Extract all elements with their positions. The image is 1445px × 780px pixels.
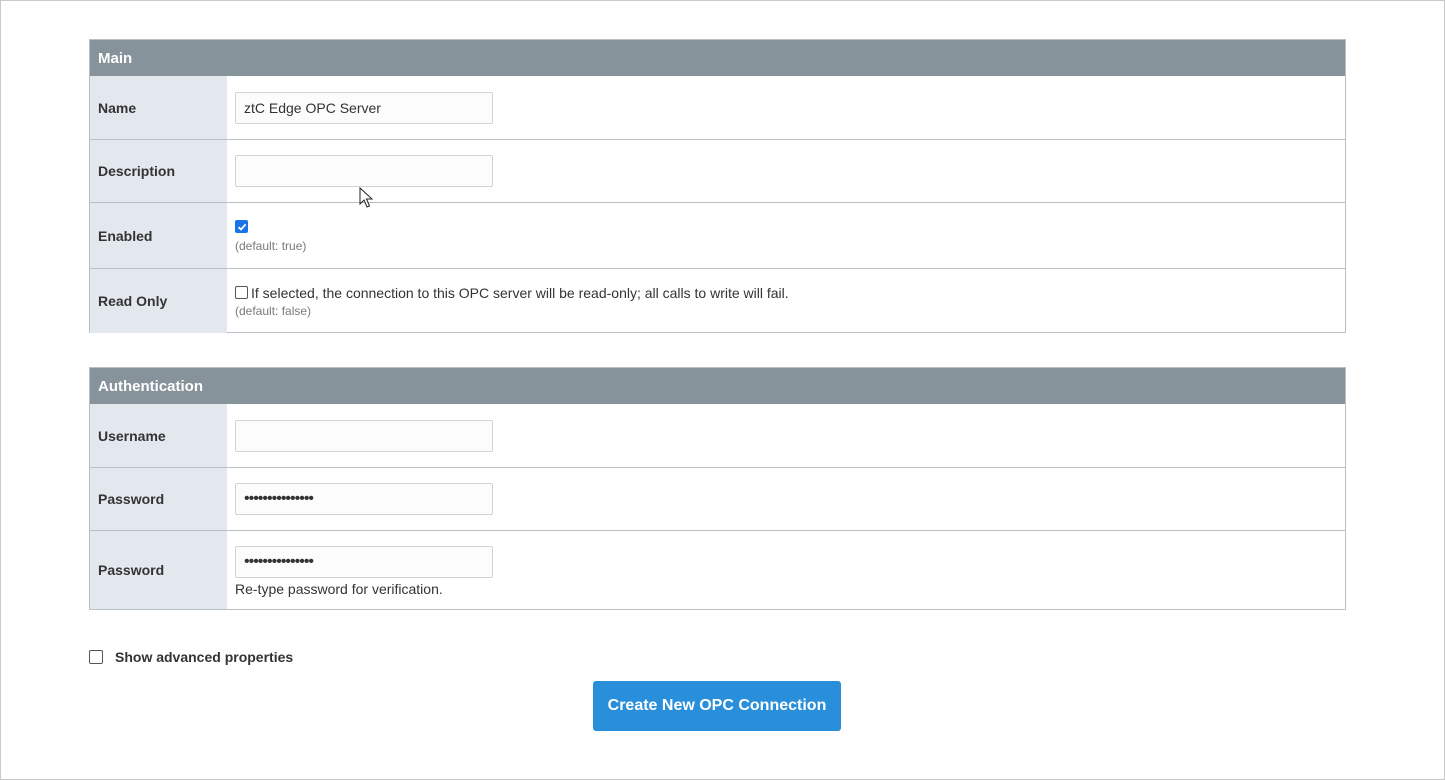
- checkmark-icon: [237, 223, 246, 231]
- username-row: Username: [90, 404, 1345, 467]
- mouse-pointer-icon: [359, 187, 373, 208]
- name-label: Name: [90, 76, 227, 139]
- password-input[interactable]: [235, 483, 493, 515]
- username-input[interactable]: [235, 419, 493, 452]
- show-advanced-toggle[interactable]: Show advanced properties: [89, 649, 293, 665]
- authentication-section: Authentication Username Password Passwor…: [89, 367, 1346, 610]
- password-confirm-row: Password Re-type password for verificati…: [90, 530, 1345, 609]
- password-confirm-input[interactable]: [235, 546, 493, 578]
- password-row: Password: [90, 467, 1345, 530]
- create-connection-button[interactable]: Create New OPC Connection: [593, 681, 841, 731]
- description-input[interactable]: [235, 155, 493, 187]
- read-only-checkbox[interactable]: [235, 286, 248, 299]
- password-confirm-help: Re-type password for verification.: [235, 581, 443, 597]
- description-label: Description: [90, 140, 227, 202]
- password-label: Password: [90, 468, 227, 530]
- enabled-label: Enabled: [90, 203, 227, 268]
- authentication-section-header: Authentication: [90, 368, 1345, 404]
- password-confirm-label: Password: [90, 531, 227, 609]
- username-label: Username: [90, 404, 227, 467]
- read-only-label: Read Only: [90, 269, 227, 333]
- enabled-checkbox[interactable]: [235, 220, 248, 234]
- description-row: Description: [90, 139, 1345, 202]
- show-advanced-label: Show advanced properties: [115, 649, 294, 665]
- main-section-header: Main: [90, 40, 1345, 76]
- name-row: Name: [90, 76, 1345, 139]
- read-only-row: Read Only If selected, the connection to…: [90, 268, 1345, 333]
- enabled-default-note: (default: true): [235, 239, 307, 253]
- main-section: Main Name Description Enabled (default: …: [89, 39, 1346, 333]
- read-only-default-note: (default: false): [235, 303, 312, 318]
- show-advanced-checkbox[interactable]: [89, 650, 103, 664]
- name-input[interactable]: [235, 91, 493, 124]
- enabled-row: Enabled (default: true): [90, 202, 1345, 268]
- read-only-description: If selected, the connection to this OPC …: [251, 284, 789, 301]
